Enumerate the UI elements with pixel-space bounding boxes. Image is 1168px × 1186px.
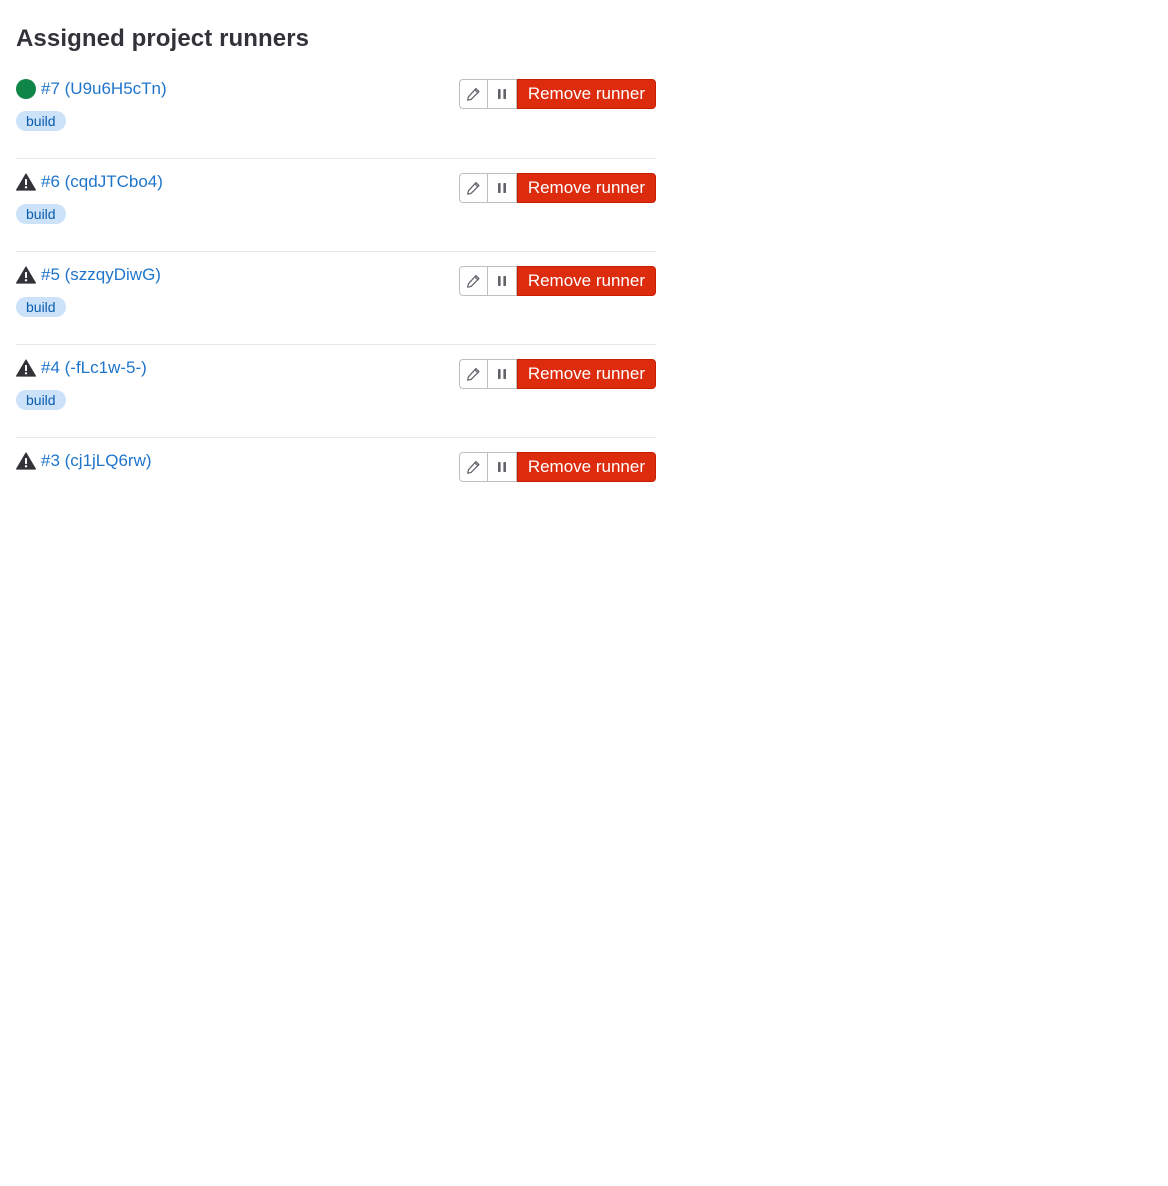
runner-head: #3 (cj1jLQ6rw) (16, 449, 152, 473)
warning-icon (16, 172, 36, 192)
runner-actions: Remove runner (458, 266, 656, 296)
page-title: Assigned project runners (16, 25, 310, 52)
warning-icon (16, 358, 36, 378)
runner-item: #7 (U9u6H5cTn) build Remove runner (16, 79, 656, 159)
remove-runner-button[interactable]: Remove runner (516, 452, 656, 482)
status-online-icon (16, 79, 36, 99)
warning-icon (16, 451, 36, 471)
pencil-icon (466, 367, 480, 381)
pause-icon (497, 89, 506, 99)
warning-icon (16, 265, 36, 285)
pause-icon (497, 276, 506, 286)
runner-link[interactable]: #3 (cj1jLQ6rw) (41, 449, 152, 473)
pause-runner-button[interactable] (487, 173, 517, 203)
pause-runner-button[interactable] (487, 359, 517, 389)
remove-runner-button[interactable]: Remove runner (516, 79, 656, 109)
runner-tag: build (16, 297, 66, 317)
runner-list: #7 (U9u6H5cTn) build Remove runner #6 (c… (16, 79, 656, 488)
edit-runner-button[interactable] (458, 266, 488, 296)
runner-actions: Remove runner (458, 359, 656, 389)
runner-actions: Remove runner (458, 173, 656, 203)
pause-runner-button[interactable] (487, 266, 517, 296)
pause-icon (497, 462, 506, 472)
remove-runner-button[interactable]: Remove runner (516, 173, 656, 203)
pause-icon (497, 183, 506, 193)
runner-tag: build (16, 111, 66, 131)
pencil-icon (466, 274, 480, 288)
runner-link[interactable]: #5 (szzqyDiwG) (41, 263, 161, 287)
runner-head: #6 (cqdJTCbo4) (16, 170, 163, 194)
runner-item: #5 (szzqyDiwG) build Remove runner (16, 252, 656, 345)
runner-link[interactable]: #4 (-fLc1w-5-) (41, 356, 147, 380)
runner-item: #6 (cqdJTCbo4) build Remove runner (16, 159, 656, 252)
runner-head: #5 (szzqyDiwG) (16, 263, 161, 287)
runner-tag: build (16, 390, 66, 410)
runner-head: #7 (U9u6H5cTn) (16, 77, 167, 101)
runner-tag: build (16, 204, 66, 224)
edit-runner-button[interactable] (458, 452, 488, 482)
runner-link[interactable]: #6 (cqdJTCbo4) (41, 170, 163, 194)
pause-runner-button[interactable] (487, 452, 517, 482)
assigned-runners-panel: Assigned project runners #7 (U9u6H5cTn) … (16, 0, 656, 488)
runner-item: #3 (cj1jLQ6rw) Remove runner (16, 438, 656, 488)
runner-head: #4 (-fLc1w-5-) (16, 356, 147, 380)
pause-icon (497, 369, 506, 379)
edit-runner-button[interactable] (458, 79, 488, 109)
pencil-icon (466, 460, 480, 474)
edit-runner-button[interactable] (458, 359, 488, 389)
pencil-icon (466, 181, 480, 195)
runner-item: #4 (-fLc1w-5-) build Remove runner (16, 345, 656, 438)
pencil-icon (466, 87, 480, 101)
remove-runner-button[interactable]: Remove runner (516, 359, 656, 389)
runner-actions: Remove runner (458, 452, 656, 482)
remove-runner-button[interactable]: Remove runner (516, 266, 656, 296)
edit-runner-button[interactable] (458, 173, 488, 203)
pause-runner-button[interactable] (487, 79, 517, 109)
runner-link[interactable]: #7 (U9u6H5cTn) (41, 77, 167, 101)
runner-actions: Remove runner (458, 79, 656, 109)
